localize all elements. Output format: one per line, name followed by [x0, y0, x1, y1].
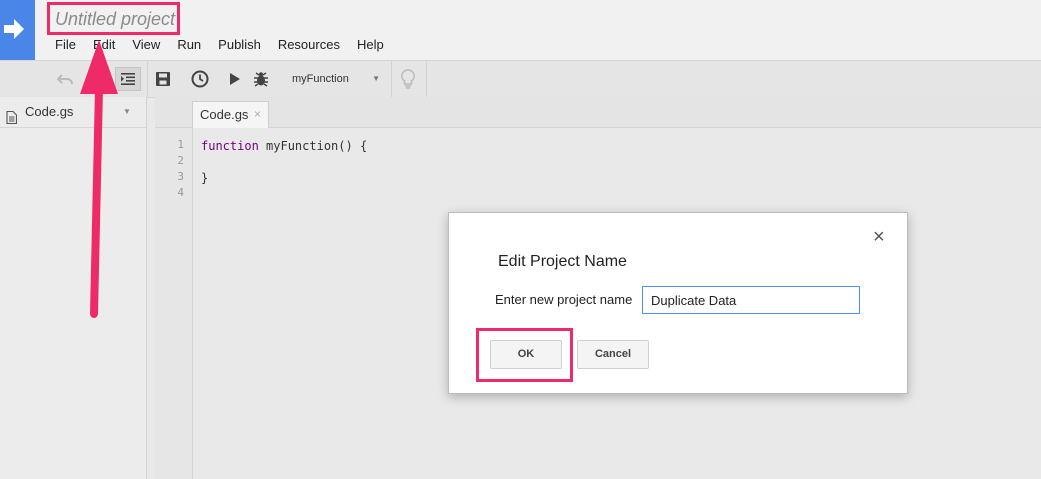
line-number: 3 — [177, 170, 184, 183]
title-highlight-box — [47, 2, 180, 35]
toolbar-divider — [391, 61, 392, 97]
arrow-right-icon — [4, 19, 24, 39]
code-line-3: } — [201, 171, 209, 185]
indent-icon[interactable] — [115, 67, 141, 91]
debug-bug-icon[interactable] — [250, 68, 272, 90]
menu-publish[interactable]: Publish — [218, 37, 261, 52]
line-number: 2 — [177, 154, 184, 167]
editor-tab-strip: Code.gs × — [155, 97, 1041, 128]
file-sidebar: Code.gs ▼ — [0, 97, 147, 479]
menu-help[interactable]: Help — [357, 37, 384, 52]
line-number-gutter: 1 2 3 4 — [155, 128, 193, 479]
document-icon — [6, 105, 18, 135]
dialog-title: Edit Project Name — [498, 253, 627, 270]
menu-run[interactable]: Run — [177, 37, 201, 52]
code-editor[interactable]: function myFunction() {​} — [201, 138, 367, 186]
redo-icon[interactable] — [82, 68, 104, 90]
tab-code-gs[interactable]: Code.gs × — [192, 101, 269, 128]
tab-label: Code.gs — [200, 107, 249, 122]
chevron-down-icon[interactable]: ▼ — [123, 97, 131, 127]
lightbulb-icon[interactable] — [397, 68, 419, 90]
code-keyword: function — [201, 139, 259, 153]
cancel-button[interactable]: Cancel — [577, 340, 649, 369]
top-bar: Untitled project File Edit View Run Publish R… — [0, 0, 1041, 60]
close-icon[interactable]: × — [873, 227, 885, 247]
apps-script-logo[interactable] — [0, 0, 35, 60]
line-number: 4 — [177, 186, 184, 199]
sidebar-file-name: Code.gs — [25, 104, 74, 119]
project-name-label: Enter new project name — [495, 292, 633, 307]
function-select-value: myFunction — [292, 73, 349, 85]
toolbar-divider — [426, 61, 427, 97]
edit-project-name-dialog: Edit Project Name × Enter new project na… — [448, 212, 908, 394]
ok-highlight-box — [476, 328, 573, 382]
function-select[interactable]: myFunction ▼ — [283, 67, 389, 91]
triggers-clock-icon[interactable] — [189, 68, 211, 90]
code-line-2: ​ — [201, 154, 367, 170]
menu-file[interactable]: File — [55, 37, 76, 52]
project-name-input[interactable] — [642, 286, 860, 314]
undo-icon[interactable] — [54, 68, 76, 90]
save-icon[interactable] — [152, 68, 174, 90]
toolbar-divider — [147, 61, 148, 97]
menu-resources[interactable]: Resources — [278, 37, 340, 52]
toolbar: myFunction ▼ — [0, 60, 1041, 98]
line-number: 1 — [177, 138, 184, 151]
run-icon[interactable] — [224, 68, 246, 90]
code-text: myFunction() { — [258, 139, 368, 153]
chevron-down-icon: ▼ — [372, 74, 380, 83]
close-tab-icon[interactable]: × — [254, 102, 261, 127]
menu-edit[interactable]: Edit — [93, 37, 115, 52]
code-line-1: function myFunction() { — [201, 138, 367, 154]
sidebar-file-item[interactable]: Code.gs ▼ — [0, 97, 146, 128]
menu-bar: File Edit View Run Publish Resources Help — [55, 37, 401, 52]
menu-view[interactable]: View — [132, 37, 160, 52]
